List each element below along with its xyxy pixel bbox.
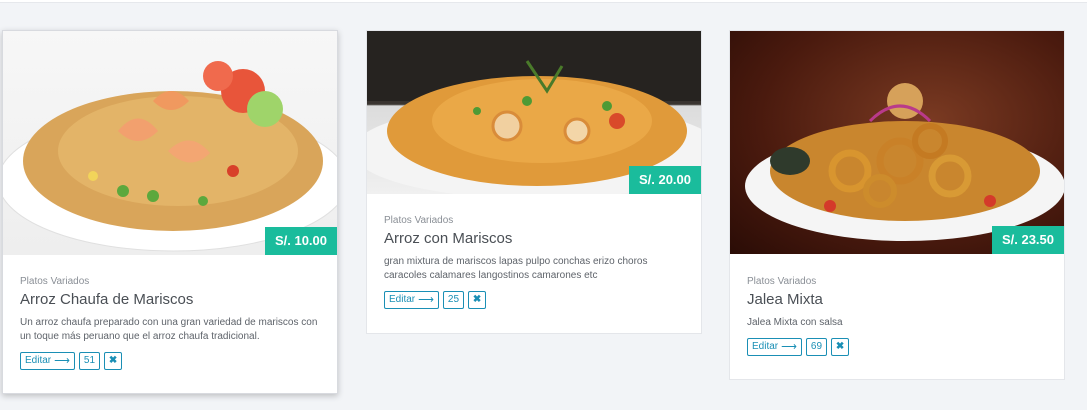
close-icon: ✖ xyxy=(108,355,118,366)
dish-image xyxy=(730,31,1064,254)
price-badge: S/. 20.00 xyxy=(628,166,701,194)
delete-button[interactable]: ✖ xyxy=(104,352,123,370)
count-badge: 51 xyxy=(78,352,101,370)
edit-button[interactable]: Editar ⟶ xyxy=(20,352,75,370)
dish-category: Platos Variados xyxy=(384,215,454,226)
price-badge: S/. 23.50 xyxy=(991,226,1064,254)
delete-button[interactable]: ✖ xyxy=(831,338,850,356)
close-icon: ✖ xyxy=(472,294,482,305)
dish-image xyxy=(3,31,337,255)
dish-title: Arroz Chaufa de Mariscos xyxy=(20,291,194,308)
delete-button[interactable]: ✖ xyxy=(468,291,487,309)
price-badge: S/. 10.00 xyxy=(264,227,337,255)
arrow-right-icon: ⟶ xyxy=(418,294,434,306)
dish-description: Jalea Mixta con salsa xyxy=(747,317,843,328)
dish-card[interactable]: S/. 10.00 Platos Variados Arroz Chaufa d… xyxy=(2,30,338,394)
dish-category: Platos Variados xyxy=(20,276,90,287)
dish-title: Arroz con Mariscos xyxy=(384,230,513,247)
count-badge: 25 xyxy=(442,291,465,309)
edit-button[interactable]: Editar ⟶ xyxy=(747,338,802,356)
dish-card[interactable]: S/. 23.50 Platos Variados Jalea Mixta Ja… xyxy=(729,30,1065,380)
dish-description: gran mixtura de mariscos lapas pulpo con… xyxy=(384,256,648,281)
dish-description: Un arroz chaufa preparado con una gran v… xyxy=(20,317,318,342)
arrow-right-icon: ⟶ xyxy=(781,341,797,353)
close-icon: ✖ xyxy=(835,341,845,352)
edit-button[interactable]: Editar ⟶ xyxy=(384,291,439,309)
dish-title: Jalea Mixta xyxy=(747,291,823,308)
dish-card[interactable]: S/. 20.00 Platos Variados Arroz con Mari… xyxy=(366,30,702,334)
count-badge: 69 xyxy=(805,338,828,356)
dish-category: Platos Variados xyxy=(747,276,817,287)
arrow-right-icon: ⟶ xyxy=(54,355,70,367)
top-divider xyxy=(0,0,1087,3)
